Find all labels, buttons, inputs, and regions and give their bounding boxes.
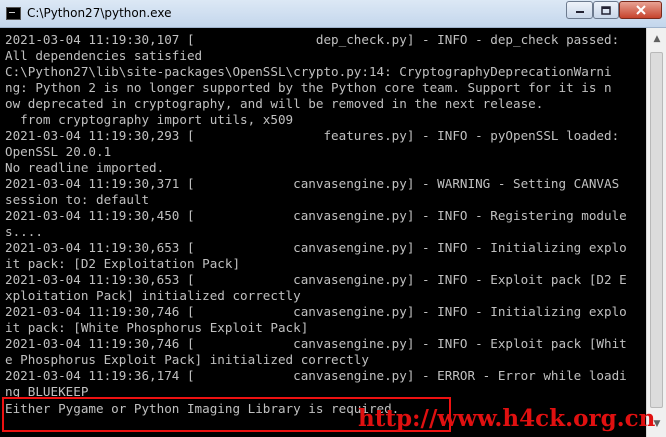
maximize-button[interactable] xyxy=(593,1,619,19)
console-line: session to: default xyxy=(5,192,150,207)
console-line: 2021-03-04 11:19:30,450 [ canvasengine.p… xyxy=(5,208,627,223)
console-line: 2021-03-04 11:19:30,653 [ canvasengine.p… xyxy=(5,272,627,287)
console-line: it pack: [D2 Exploitation Pack] xyxy=(5,256,241,271)
scrollbar-thumb[interactable] xyxy=(650,52,663,408)
console-line: C:\Python27\lib\site-packages\OpenSSL\cr… xyxy=(5,64,612,79)
close-icon xyxy=(635,5,646,15)
console-app-icon xyxy=(6,7,21,20)
console-line: 2021-03-04 11:19:30,107 [ dep_check.py] … xyxy=(5,32,620,47)
console-line: it pack: [White Phosphorus Exploit Pack] xyxy=(5,320,309,335)
console-line: 2021-03-04 11:19:36,174 [ canvasengine.p… xyxy=(5,368,627,383)
console-line: All dependencies satisfied xyxy=(5,48,203,63)
console-line: e Phosphorus Exploit Pack] initialized c… xyxy=(5,352,369,367)
vertical-scrollbar[interactable]: ▲ ▼ xyxy=(646,28,666,437)
minimize-button[interactable] xyxy=(566,1,593,19)
console-line: OpenSSL 20.0.1 xyxy=(5,144,112,159)
console-line: xploitation Pack] initialized correctly xyxy=(5,288,301,303)
console-line: 2021-03-04 11:19:30,746 [ canvasengine.p… xyxy=(5,336,627,351)
console-line: ow deprecated in cryptography, and will … xyxy=(5,96,544,111)
console-line: s.... xyxy=(5,224,43,239)
console-line: 2021-03-04 11:19:30,653 [ canvasengine.p… xyxy=(5,240,627,255)
window-title: C:\Python27\python.exe xyxy=(27,6,172,20)
console-output[interactable]: 2021-03-04 11:19:30,107 [ dep_check.py] … xyxy=(0,28,646,437)
watermark: http://www.h4ck.org.cn xyxy=(358,405,656,432)
minimize-icon xyxy=(575,11,584,13)
maximize-icon xyxy=(601,5,611,15)
console-line: 2021-03-04 11:19:30,293 [ features.py] -… xyxy=(5,128,620,143)
console-line: 2021-03-04 11:19:30,746 [ canvasengine.p… xyxy=(5,304,627,319)
scroll-up-arrow-icon[interactable]: ▲ xyxy=(650,32,664,46)
title-bar[interactable]: C:\Python27\python.exe xyxy=(0,0,666,28)
close-button[interactable] xyxy=(619,1,662,19)
console-line: from cryptography import utils, x509 xyxy=(5,112,294,127)
console-line: ng: Python 2 is no longer supported by t… xyxy=(5,80,612,95)
console-line: No readline imported. xyxy=(5,160,165,175)
console-line: 2021-03-04 11:19:30,371 [ canvasengine.p… xyxy=(5,176,620,191)
console-window: C:\Python27\python.exe 2021-03-04 11:19:… xyxy=(0,0,666,437)
